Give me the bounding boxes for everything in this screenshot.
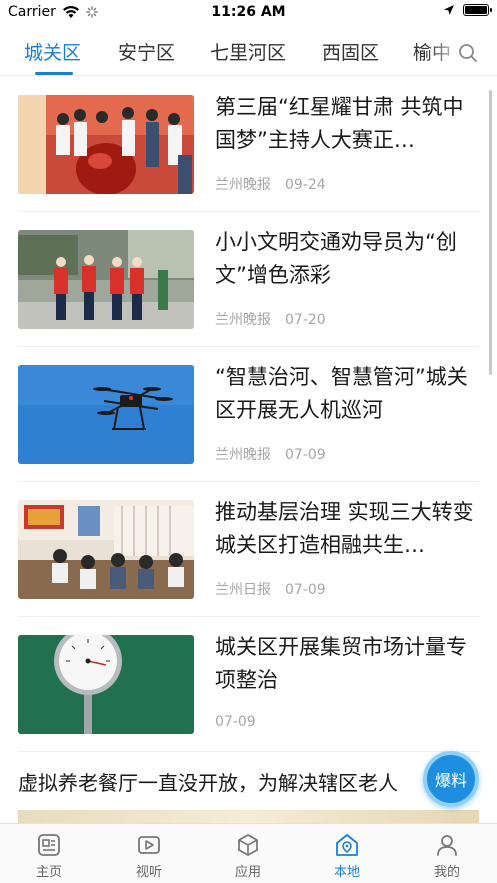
news-title: 城关区开展集贸市场计量专项整治 [215, 635, 467, 692]
news-item[interactable]: 城关区开展集贸市场计量专项整治 07-09 [18, 617, 479, 752]
video-icon [138, 836, 160, 854]
news-title: 推动基层治理 实现三大转变 城关区打造相融共生… [215, 500, 474, 557]
battery-icon [463, 4, 492, 16]
news-source: 兰州晚报 [215, 177, 271, 193]
tab-anning[interactable]: 安宁区 [118, 38, 175, 65]
location-arrow-icon [444, 5, 454, 15]
news-source: 兰州晚报 [215, 312, 271, 328]
news-title-wide[interactable]: 虚拟养老餐厅一直没开放，为解决辖区老人 [18, 767, 488, 796]
tab-chengguan[interactable]: 城关区 [24, 38, 81, 65]
news-date: 09-24 [285, 177, 326, 193]
bottom-tab-home[interactable]: 主页 [19, 832, 79, 880]
cube-icon [238, 834, 258, 856]
news-meta: 兰州晚报 07-20 [215, 309, 340, 329]
news-date: 07-09 [285, 447, 326, 463]
news-title: 小小文明交通劝导员为“创文”增色添彩 [215, 230, 457, 287]
news-tip-button[interactable]: 爆料 [423, 751, 479, 807]
bottom-tab-apps[interactable]: 应用 [218, 832, 278, 880]
bottom-tab-video[interactable]: 视听 [119, 832, 179, 880]
news-meta: 兰州晚报 07-09 [215, 444, 340, 464]
news-source: 兰州日报 [215, 582, 271, 598]
search-icon[interactable] [457, 42, 479, 64]
location-home-icon [336, 834, 358, 856]
news-date: 07-20 [285, 312, 326, 328]
news-item[interactable]: 推动基层治理 实现三大转变 城关区打造相融共生… 兰州日报 07-09 [18, 482, 479, 617]
bottom-tab-label: 本地 [333, 865, 360, 880]
active-tab-indicator [35, 72, 73, 75]
bottom-tab-label: 视听 [135, 865, 162, 880]
tab-xigu[interactable]: 西固区 [322, 38, 379, 65]
news-date: 07-09 [285, 582, 326, 598]
status-right [443, 4, 492, 16]
news-source: 兰州晚报 [215, 447, 271, 463]
bottom-tab-bar: 主页 视听 应用 本地 我的 [0, 823, 497, 883]
meeting-photo [18, 500, 194, 599]
news-item[interactable]: 小小文明交通劝导员为“创文”增色添彩 兰州晚报 07-20 [18, 212, 479, 347]
news-item[interactable]: “智慧治河、智慧管河”城关区开展无人机巡河 兰州晚报 07-09 [18, 347, 479, 482]
bottom-tab-local[interactable]: 本地 [317, 832, 377, 880]
news-meta: 兰州晚报 09-24 [215, 174, 340, 194]
tab-qilihe[interactable]: 七里河区 [210, 38, 286, 65]
news-title: “智慧治河、智慧管河”城关区开展无人机巡河 [215, 365, 468, 422]
news-icon [38, 834, 60, 856]
news-meta: 兰州日报 07-09 [215, 579, 340, 599]
district-tabs: 城关区 安宁区 七里河区 西固区 榆中 [0, 30, 497, 76]
person-icon [437, 835, 457, 856]
bottom-tab-mine[interactable]: 我的 [417, 832, 477, 880]
volunteers-photo [18, 230, 194, 329]
scroll-indicator [489, 90, 492, 375]
bottom-tab-label: 主页 [35, 865, 62, 880]
bottom-tab-label: 应用 [234, 865, 261, 880]
status-time: 11:26 AM [211, 4, 286, 20]
ceremony-photo [18, 95, 194, 194]
bottom-tab-label: 我的 [433, 865, 460, 880]
news-title: 第三届“红星耀甘肃 共筑中国梦”主持人大赛正… [215, 95, 464, 152]
news-meta: 07-09 [215, 714, 270, 730]
status-bar: Carrier 11:26 AM [0, 0, 497, 26]
news-date: 07-09 [215, 714, 256, 730]
news-item[interactable]: 第三届“红星耀甘肃 共筑中国梦”主持人大赛正… 兰州晚报 09-24 [18, 77, 479, 212]
gauge-photo [18, 635, 194, 734]
drone-photo [18, 365, 194, 464]
wide-news-image [18, 810, 479, 824]
